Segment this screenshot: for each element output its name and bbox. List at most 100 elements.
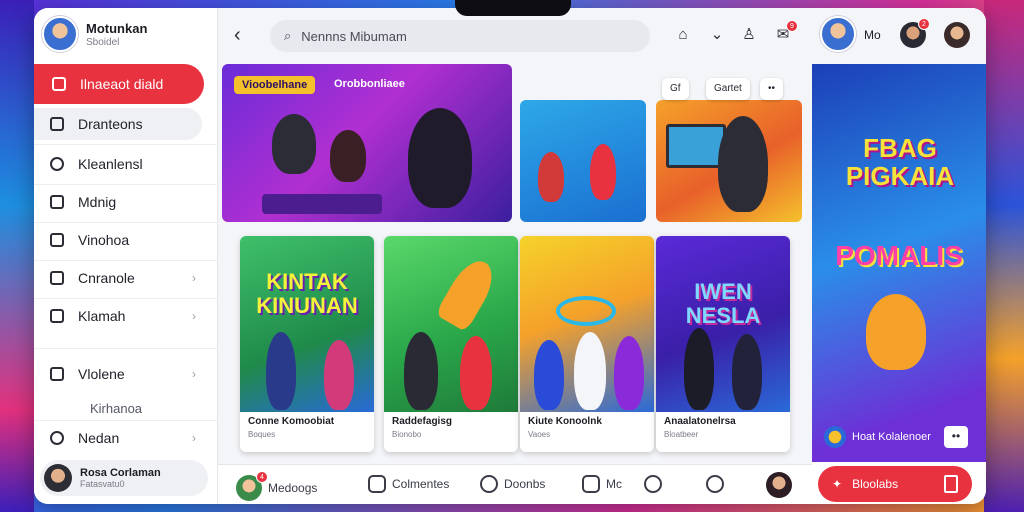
bottom-item-alerts[interactable] <box>644 475 662 493</box>
chat-bubble-icon <box>480 475 498 493</box>
home-icon <box>52 77 66 91</box>
right-badge: 2 <box>918 18 930 30</box>
notification-badge: 9 <box>786 20 798 32</box>
bottom-item-power[interactable] <box>706 475 724 493</box>
promo-subtitle: POMALIS <box>835 240 963 271</box>
avatar[interactable] <box>944 22 970 48</box>
sidebar-item-label: Kirhanoa <box>90 400 143 416</box>
chat-icon <box>50 157 64 171</box>
bottom-item-me[interactable]: Mc <box>582 475 622 493</box>
back-arrow-icon[interactable]: ‹ <box>234 24 241 47</box>
sidebar-item-1[interactable]: Dranteons <box>34 108 202 140</box>
bottom-item-comments[interactable]: Colmentes <box>368 475 449 493</box>
sidebar-item-label: Vlolene <box>78 366 125 382</box>
hero-banner[interactable]: Vioobelhane Orobbonliaee <box>222 64 512 222</box>
avatar <box>824 426 846 448</box>
illustration-monitor <box>666 124 726 168</box>
avatar[interactable] <box>820 16 856 52</box>
sidebar-item-5[interactable]: Cnranole › <box>34 262 210 294</box>
content-card[interactable]: IWEN NESLA Anaalatonelrsa Bloatbeer <box>656 236 790 452</box>
content-card[interactable]: KINTAK KINUNAN Conne Komoobiat Boques <box>240 236 374 452</box>
main-content: Vioobelhane Orobbonliaee Gf Gartet •• KI… <box>218 64 812 464</box>
sidebar-item-4[interactable]: Vinohoa <box>34 224 210 256</box>
filter-pill[interactable]: Gf <box>662 78 689 100</box>
sidebar-item-3[interactable]: Mdnig <box>34 186 210 218</box>
comment-icon <box>368 475 386 493</box>
illustration-person <box>590 144 616 200</box>
card-artwork <box>520 236 654 412</box>
bottom-item-downloads[interactable]: Doonbs <box>480 475 545 493</box>
card-title: Anaalatonelrsa <box>664 416 736 427</box>
card-subtitle: Bionobo <box>392 430 422 439</box>
sidebar-item-active[interactable]: Ilnaeaot diald <box>34 64 204 104</box>
profile-name: Motunkan <box>86 20 148 36</box>
current-user[interactable]: Rosa Corlaman Fatasvatu0 <box>40 460 208 496</box>
cta-button[interactable]: ✦ Bloolabs <box>818 466 972 502</box>
star-icon: ✦ <box>832 477 843 491</box>
content-card[interactable]: Raddefagisg Bionobo <box>384 236 518 452</box>
sidebar-item-label: Ilnaeaot diald <box>80 76 164 92</box>
profile-header[interactable]: Motunkan Sboidel <box>42 16 147 52</box>
promo-footer: Hoat Kolalenoer <box>824 426 931 448</box>
bottom-item-profile[interactable] <box>766 472 792 498</box>
card-title: Kiute Konoolnk <box>528 416 602 427</box>
sidebar-item-2[interactable]: Kleanlensl <box>34 148 210 180</box>
bookmark-icon <box>944 475 958 493</box>
app-window: Motunkan Sboidel Ilnaeaot diald Dranteon… <box>34 8 986 504</box>
filter-pill[interactable]: Gartet <box>706 78 750 100</box>
divider <box>34 260 218 261</box>
illustration-keyboard <box>262 194 382 214</box>
promo-title: FBAG PIGKAIA <box>845 133 955 191</box>
user-name: Rosa Corlaman <box>80 467 161 479</box>
bell-icon[interactable]: ⌂ <box>674 26 692 44</box>
bottom-item-label: Colmentes <box>392 477 450 491</box>
illustration-person <box>866 294 926 370</box>
card-art-title: KINTAK KINUNAN <box>256 269 358 318</box>
user-icon[interactable]: ♙ <box>740 26 758 44</box>
calendar-icon <box>50 117 64 131</box>
message-icon <box>50 271 64 285</box>
bag-icon <box>582 475 600 493</box>
folder-icon <box>50 367 64 381</box>
thumbnail-dance[interactable] <box>520 100 646 222</box>
sidebar-item-6[interactable]: Klamah › <box>34 300 210 332</box>
illustration-person <box>718 116 768 212</box>
sidebar-item-label: Vinohoa <box>78 232 130 248</box>
avatar <box>766 472 792 498</box>
card-title: Conne Komoobiat <box>248 416 335 427</box>
promo-banner[interactable]: FBAG PIGKAIA POMALIS Hoat Kolalenoer •• <box>812 64 986 462</box>
sidebar-item-label: Nedan <box>78 430 120 446</box>
cta-label: Bloolabs <box>852 477 899 491</box>
right-panel-header: Mo 2 <box>812 8 986 64</box>
user-subtitle: Fatasvatu0 <box>80 479 125 489</box>
content-card[interactable]: Kiute Konoolnk Vaoes <box>520 236 654 452</box>
bell-icon <box>644 475 662 493</box>
card-artwork: IWEN NESLA <box>656 236 790 412</box>
bottom-bar: Medoogs 4 Colmentes Doonbs Mc <box>218 464 812 504</box>
promo-footer-label: Hoat Kolalenoer <box>852 431 931 443</box>
illustration-person <box>684 328 714 410</box>
illustration-person <box>732 334 762 410</box>
chevron-right-icon: › <box>192 367 196 381</box>
card-artwork <box>384 236 518 412</box>
more-options-button[interactable]: •• <box>944 426 968 448</box>
search-input[interactable]: ⌕ Nennns Mibumam <box>270 20 650 52</box>
divider <box>34 298 218 299</box>
avatar <box>44 464 72 492</box>
card-artwork: KINTAK KINUNAN <box>240 236 374 412</box>
thumbnail-gaming[interactable] <box>656 100 802 222</box>
bottom-item-media[interactable]: Medoogs <box>236 475 317 501</box>
power-icon <box>706 475 724 493</box>
illustration-person <box>614 336 644 410</box>
chevron-down-icon[interactable]: ⌄ <box>708 26 726 44</box>
background-art-right <box>984 0 1024 512</box>
more-options-button[interactable]: •• <box>760 78 784 100</box>
illustration-person <box>266 332 296 410</box>
sidebar-item-9[interactable]: Nedan › <box>34 422 210 454</box>
sidebar-item-7[interactable]: Vlolene › <box>34 358 210 390</box>
illustration-person <box>538 152 564 202</box>
settings-icon <box>50 431 64 445</box>
profile-subtitle: Sboidel <box>86 36 120 48</box>
sidebar: Motunkan Sboidel Ilnaeaot diald Dranteon… <box>34 8 218 504</box>
camera-notch <box>455 0 571 16</box>
